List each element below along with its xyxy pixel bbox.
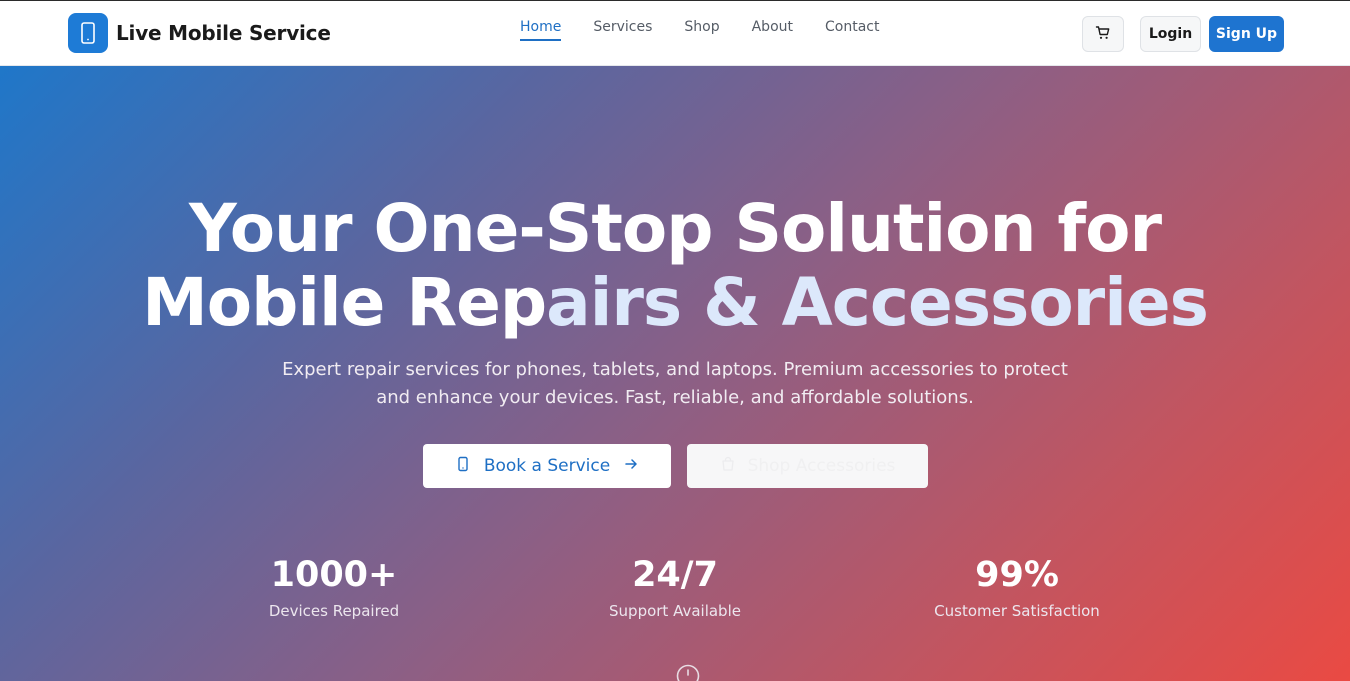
smartphone-icon (456, 456, 470, 477)
hero-title-line1: Your One-Stop Solution for (188, 190, 1162, 267)
nav-link-contact[interactable]: Contact (825, 19, 879, 39)
nav-link-shop[interactable]: Shop (684, 19, 719, 39)
hero-section: Your One-Stop Solution for Mobile Repair… (0, 66, 1350, 681)
brand-link[interactable]: Live Mobile Service (68, 13, 331, 53)
signup-button[interactable]: Sign Up (1209, 16, 1284, 52)
hero-title: Your One-Stop Solution for Mobile Repair… (0, 192, 1350, 340)
stat-label: Customer Satisfaction (934, 602, 1100, 620)
top-navbar: Live Mobile Service Home Services Shop A… (0, 0, 1350, 66)
stat-label: Devices Repaired (268, 602, 400, 620)
brand-name: Live Mobile Service (116, 21, 331, 45)
hero-subtitle-line1: Expert repair services for phones, table… (282, 359, 1068, 380)
hero-subtitle-line2: and enhance your devices. Fast, reliable… (376, 387, 974, 408)
book-service-button[interactable]: Book a Service (423, 444, 671, 488)
cart-button[interactable] (1082, 16, 1124, 52)
stat-devices-repaired: 1000+ Devices Repaired (184, 554, 484, 620)
main-nav: Home Services Shop About Contact (520, 19, 911, 49)
arrow-right-icon (624, 456, 638, 476)
shopping-cart-icon (1095, 25, 1111, 44)
stat-customer-satisfaction: 99% Customer Satisfaction (867, 554, 1167, 620)
shop-accessories-label: Shop Accessories (747, 456, 896, 476)
hero-title-line2-plain: Mobile Rep (142, 264, 547, 341)
stat-label: Support Available (609, 602, 741, 620)
shop-accessories-button[interactable]: Shop Accessories (687, 444, 928, 488)
hero-title-line2-accent: airs & Accessories (546, 264, 1209, 341)
nav-link-home[interactable]: Home (520, 19, 562, 41)
book-service-label: Book a Service (483, 456, 611, 476)
smartphone-icon (68, 13, 108, 53)
shopping-bag-icon (720, 456, 736, 477)
nav-link-about[interactable]: About (752, 19, 793, 39)
stat-value: 24/7 (632, 555, 718, 595)
stat-value: 99% (975, 555, 1059, 595)
nav-link-services[interactable]: Services (593, 19, 652, 39)
login-button[interactable]: Login (1140, 16, 1201, 52)
stat-support-available: 24/7 Support Available (525, 554, 825, 620)
hero-subtitle: Expert repair services for phones, table… (275, 356, 1075, 412)
scroll-down-icon[interactable] (676, 664, 700, 681)
stat-value: 1000+ (270, 555, 398, 595)
